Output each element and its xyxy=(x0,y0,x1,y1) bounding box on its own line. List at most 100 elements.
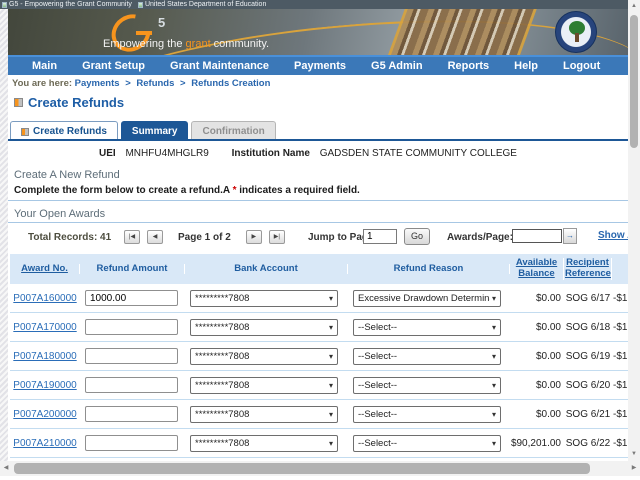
g5-window: G5 - Empowering the Grant Community Unit… xyxy=(0,0,640,480)
scroll-down-icon[interactable]: ▼ xyxy=(629,449,639,460)
tab-confirmation: Confirmation xyxy=(191,121,275,139)
left-margin-stripes xyxy=(0,9,8,461)
next-page-button[interactable]: ▶ xyxy=(246,230,262,244)
bank-account-select[interactable]: *********7808▾ xyxy=(190,406,338,423)
bank-account-select[interactable]: *********7808▾ xyxy=(190,319,338,336)
nav-item-help[interactable]: Help xyxy=(514,60,538,72)
scroll-right-icon[interactable]: ▶ xyxy=(629,463,639,474)
table-row: P007A210000 *********7808▾ --Select--▾ $… xyxy=(10,429,640,458)
available-balance-value: $0.00 xyxy=(510,322,564,333)
awards-per-page-go-button[interactable]: → xyxy=(563,228,577,244)
bank-account-select[interactable]: *********7808▾ xyxy=(190,377,338,394)
scroll-up-icon[interactable]: ▲ xyxy=(629,1,639,12)
page-title: Create Refunds xyxy=(14,95,124,110)
tab-underline xyxy=(8,139,628,141)
uei-label: UEI xyxy=(99,148,116,159)
refund-amount-input[interactable] xyxy=(85,290,178,306)
refund-amount-input[interactable] xyxy=(85,406,178,422)
refund-amount-input[interactable] xyxy=(85,435,178,451)
uei-value: MNHFU4MHGLR9 xyxy=(125,148,208,159)
tab-icon xyxy=(21,128,29,136)
chevron-down-icon: ▾ xyxy=(329,410,333,419)
award-number-link[interactable]: P007A160000 xyxy=(13,293,76,304)
horizontal-scrollbar-thumb[interactable] xyxy=(14,463,590,474)
nav-item-grant-setup[interactable]: Grant Setup xyxy=(82,60,145,72)
jump-to-page-input[interactable] xyxy=(363,229,397,244)
vertical-scrollbar-thumb[interactable] xyxy=(630,15,638,148)
browser-tab-g5[interactable]: G5 - Empowering the Grant Community xyxy=(2,1,132,8)
nav-item-main[interactable]: Main xyxy=(32,60,57,72)
browser-titlebar: G5 - Empowering the Grant Community Unit… xyxy=(0,0,628,9)
nav-item-payments[interactable]: Payments xyxy=(294,60,346,72)
column-header-award-no[interactable]: Award No. xyxy=(10,264,80,275)
nav-item-grant-maintenance[interactable]: Grant Maintenance xyxy=(170,60,269,72)
award-number-link[interactable]: P007A210000 xyxy=(13,438,76,449)
header-banner: 5 Empowering the grant community. xyxy=(8,9,628,55)
browser-tab-ed[interactable]: United States Department of Education xyxy=(138,1,266,8)
nav-item-reports[interactable]: Reports xyxy=(448,60,490,72)
chevron-down-icon: ▾ xyxy=(492,381,496,390)
breadcrumb-link-payments[interactable]: Payments xyxy=(75,78,120,89)
bank-account-select[interactable]: *********7808▾ xyxy=(190,348,338,365)
breadcrumb-link-refunds-creation[interactable]: Refunds Creation xyxy=(191,78,270,89)
library-bookshelf-image xyxy=(386,9,538,55)
refund-tabs: Create Refunds Summary Confirmation xyxy=(10,121,276,139)
nav-item-logout[interactable]: Logout xyxy=(563,60,600,72)
refund-reason-select[interactable]: --Select--▾ xyxy=(353,377,501,394)
g5-logo-bar xyxy=(136,31,152,35)
award-number-link[interactable]: P007A170000 xyxy=(13,322,76,333)
tab-summary[interactable]: Summary xyxy=(121,121,189,139)
go-button[interactable]: Go xyxy=(404,228,430,245)
chevron-down-icon: ▾ xyxy=(329,381,333,390)
bank-account-select[interactable]: *********7808▾ xyxy=(190,290,338,307)
refund-reason-select[interactable]: --Select--▾ xyxy=(353,435,501,452)
institution-info: UEI MNHFU4MHGLR9 Institution Name GADSDE… xyxy=(8,148,628,159)
form-instruction: Complete the form below to create a refu… xyxy=(14,185,360,196)
awards-per-page-input[interactable] xyxy=(512,229,562,243)
refund-reason-select[interactable]: --Select--▾ xyxy=(353,406,501,423)
refund-amount-input[interactable] xyxy=(85,348,178,364)
breadcrumb-separator: > xyxy=(177,78,189,89)
award-number-link[interactable]: P007A180000 xyxy=(13,351,76,362)
bank-account-select[interactable]: *********7808▾ xyxy=(190,435,338,452)
page-status: Page 1 of 2 xyxy=(178,232,231,243)
open-awards-table: Award No. Refund Amount Bank Account Ref… xyxy=(10,254,640,458)
vertical-scrollbar[interactable]: ▲ ▼ xyxy=(628,0,640,461)
breadcrumb-prefix: You are here: xyxy=(12,78,72,89)
recipient-reference-value: SOG 6/22 xyxy=(564,438,612,449)
banner-tagline: Empowering the grant community. xyxy=(103,38,269,50)
first-page-icon: |◀ xyxy=(129,234,135,240)
refund-reason-select[interactable]: Excessive Drawdown Determination▾ xyxy=(353,290,501,307)
tab-create-refunds[interactable]: Create Refunds xyxy=(10,121,118,139)
chevron-down-icon: ▾ xyxy=(329,294,333,303)
recipient-reference-value: SOG 6/21 xyxy=(564,409,612,420)
breadcrumb-separator: > xyxy=(122,78,134,89)
last-page-icon: ▶| xyxy=(274,234,280,240)
column-header-recipient-reference[interactable]: Recipient Reference xyxy=(564,258,612,280)
scroll-left-icon[interactable]: ◀ xyxy=(1,463,11,474)
award-number-link[interactable]: P007A190000 xyxy=(13,380,76,391)
chevron-down-icon: ▾ xyxy=(329,323,333,332)
seal-tree-trunk xyxy=(575,33,579,42)
horizontal-scrollbar[interactable]: ◀ ▶ xyxy=(0,461,640,476)
first-page-button[interactable]: |◀ xyxy=(124,230,140,244)
refund-reason-select[interactable]: --Select--▾ xyxy=(353,348,501,365)
refund-amount-input[interactable] xyxy=(85,377,178,393)
page-title-icon xyxy=(14,98,23,107)
chevron-down-icon: ▾ xyxy=(492,294,496,303)
table-row: P007A180000 *********7808▾ --Select--▾ $… xyxy=(10,342,640,371)
previous-page-button[interactable]: ◀ xyxy=(147,230,163,244)
refund-amount-input[interactable] xyxy=(85,319,178,335)
recipient-reference-value: SOG 6/17 xyxy=(564,293,612,304)
nav-item-g5-admin[interactable]: G5 Admin xyxy=(371,60,423,72)
award-number-link[interactable]: P007A200000 xyxy=(13,409,76,420)
refund-reason-select[interactable]: --Select--▾ xyxy=(353,319,501,336)
breadcrumb-link-refunds[interactable]: Refunds xyxy=(136,78,174,89)
awards-per-page-label: Awards/Page: xyxy=(447,232,513,243)
column-header-available-balance[interactable]: Available Balance xyxy=(510,258,564,280)
last-page-button[interactable]: ▶| xyxy=(269,230,285,244)
table-row: P007A160000 *********7808▾ Excessive Dra… xyxy=(10,284,640,313)
section-divider xyxy=(8,200,628,201)
chevron-down-icon: ▾ xyxy=(492,410,496,419)
page-icon xyxy=(2,2,7,8)
